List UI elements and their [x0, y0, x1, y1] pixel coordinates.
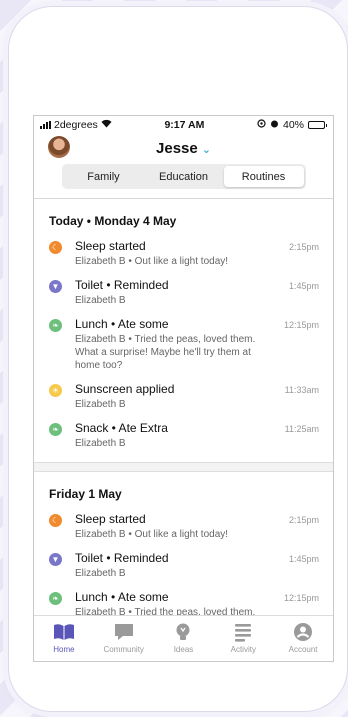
tab-family[interactable]: Family [64, 166, 144, 187]
entry-content: Sunscreen applied Elizabeth B [75, 382, 279, 411]
toilet-icon-glyph: ▼ [51, 281, 60, 291]
list-item[interactable]: ☾ Sleep started Elizabeth B • Out like a l… [34, 235, 333, 274]
tab-label: Home [53, 645, 75, 654]
entry-content: Lunch • Ate some Elizabeth B • Tried the … [75, 317, 278, 372]
person-icon [294, 623, 313, 641]
entry-title: Sleep started [75, 512, 146, 526]
app-screen: 2degrees 9:17 AM 40% Jesse ⌄ Family Educ… [33, 115, 334, 662]
wifi-icon [101, 119, 112, 131]
list-item[interactable]: ❧ Snack • Ate Extra Elizabeth B 11:25am [34, 417, 333, 456]
leaf-icon: ❧ [49, 319, 62, 332]
alarm-icon [270, 119, 279, 131]
entry-title: Lunch • Ate some [75, 317, 169, 331]
avatar[interactable] [48, 136, 70, 158]
entry-time: 1:45pm [288, 281, 319, 291]
list-item[interactable]: ❧ Lunch • Ate some Elizabeth B • Tried the… [34, 313, 333, 378]
entry-time: 11:25am [284, 424, 319, 434]
child-header: Jesse ⌄ [34, 134, 333, 162]
entry-content: Sleep started Elizabeth B • Out like a li… [75, 239, 283, 268]
entry-detail: Elizabeth B [75, 438, 126, 449]
day-divider [34, 462, 333, 472]
entry-title: Toilet • Reminded [75, 551, 169, 565]
tab-routines[interactable]: Routines [223, 166, 304, 187]
tab-label: Ideas [173, 645, 194, 654]
location-icon [257, 119, 266, 131]
tab-label: Community [103, 645, 144, 654]
tab-label: Account [288, 645, 318, 654]
entry-content: Toilet • Reminded Elizabeth B [75, 551, 283, 580]
tab-education[interactable]: Education [144, 166, 224, 187]
status-time: 9:17 AM [164, 119, 205, 131]
moon-icon-glyph: ☾ [51, 242, 60, 252]
list-icon [235, 624, 252, 642]
entry-content: Lunch • Ate some Elizabeth B • Tried the … [75, 590, 278, 615]
leaf-icon: ❧ [49, 592, 62, 605]
entry-title: Lunch • Ate some [75, 590, 169, 604]
entry-time: 1:45pm [288, 554, 319, 564]
entry-title: Sleep started [75, 239, 146, 253]
entry-time: 2:15pm [288, 242, 319, 252]
entry-detail: Elizabeth B • Out like a light today! [75, 256, 229, 267]
moon-icon-glyph: ☾ [51, 515, 60, 525]
leaf-icon: ❧ [49, 423, 62, 436]
list-item[interactable]: ☾ Sleep started Elizabeth B • Out like a l… [34, 508, 333, 547]
signal-icon [40, 121, 51, 129]
moon-icon: ☾ [49, 241, 62, 254]
battery-percent: 40% [282, 119, 304, 131]
entry-content: Toilet • Reminded Elizabeth B [75, 278, 283, 307]
tab-community[interactable]: Community [94, 616, 154, 661]
tab-ideas[interactable]: Ideas [154, 616, 214, 661]
sun-icon-glyph: ☀ [51, 385, 60, 395]
entry-time: 12:15pm [283, 320, 319, 330]
status-bar: 2degrees 9:17 AM 40% [34, 116, 333, 134]
day-header: Today • Monday 4 May [49, 214, 177, 228]
entry-time: 12:15pm [283, 593, 319, 603]
tab-home[interactable]: Home [34, 616, 94, 661]
entry-content: Sleep started Elizabeth B • Out like a li… [75, 512, 283, 541]
entry-time: 2:15pm [288, 515, 319, 525]
day-header: Friday 1 May [49, 487, 122, 501]
tab-activity[interactable]: Activity [213, 616, 273, 661]
toilet-icon-glyph: ▼ [51, 554, 60, 564]
moon-icon: ☾ [49, 514, 62, 527]
toilet-icon: ▼ [49, 553, 62, 566]
chevron-down-icon: ⌄ [201, 143, 211, 156]
toilet-icon: ▼ [49, 280, 62, 293]
page-title: Jesse [156, 139, 198, 157]
carrier-label: 2degrees [54, 119, 98, 131]
child-selector[interactable]: Jesse ⌄ [156, 140, 211, 157]
lightbulb-icon [176, 623, 190, 640]
entry-detail: Elizabeth B • Tried the peas, loved them… [75, 334, 256, 371]
tab-account[interactable]: Account [273, 616, 333, 661]
entry-time: 11:33am [284, 385, 319, 395]
sun-icon: ☀ [49, 384, 62, 397]
bottom-tab-bar: Home Community Ideas Activity Account [34, 615, 333, 661]
section-tabs: Family Education Routines [61, 164, 306, 189]
battery-icon [308, 121, 327, 129]
entry-detail: Elizabeth B • Out like a light today! [75, 529, 229, 540]
entry-detail: Elizabeth B [75, 295, 126, 306]
leaf-icon-glyph: ❧ [52, 593, 59, 603]
list-item[interactable]: ❧ Lunch • Ate some Elizabeth B • Tried the… [34, 586, 333, 615]
phone-frame: 2degrees 9:17 AM 40% Jesse ⌄ Family Educ… [8, 6, 348, 712]
entry-detail: Elizabeth B [75, 568, 126, 579]
chat-icon [114, 624, 133, 640]
entry-title: Sunscreen applied [75, 382, 175, 396]
list-item[interactable]: ☀ Sunscreen applied Elizabeth B 11:33am [34, 378, 333, 417]
entry-title: Toilet • Reminded [75, 278, 169, 292]
routine-feed[interactable]: Today • Monday 4 May ☾ Sleep started Elizab… [34, 198, 333, 615]
list-item[interactable]: ▼ Toilet • Reminded Elizabeth B 1:45pm [34, 274, 333, 313]
list-item[interactable]: ▼ Toilet • Reminded Elizabeth B 1:45pm [34, 547, 333, 586]
leaf-icon-glyph: ❧ [52, 424, 59, 434]
leaf-icon-glyph: ❧ [52, 320, 59, 330]
entry-detail: Elizabeth B [75, 399, 126, 410]
entry-detail: Elizabeth B • Tried the peas, loved them… [75, 607, 256, 615]
entry-title: Snack • Ate Extra [75, 421, 168, 435]
book-icon [53, 624, 74, 640]
tab-label: Activity [230, 645, 256, 654]
entry-content: Snack • Ate Extra Elizabeth B [75, 421, 279, 450]
